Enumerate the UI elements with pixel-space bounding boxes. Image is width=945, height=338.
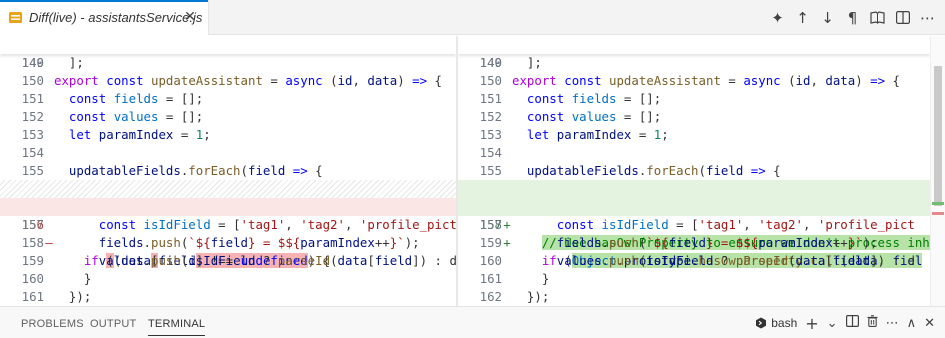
diff-modified-pane[interactable]: 140 export const updateAssistant = async…: [458, 36, 930, 306]
tab-terminal[interactable]: TERMINAL: [148, 307, 206, 336]
code-line: let paramIndex = 1;: [526, 127, 669, 142]
added-line: 156 + // Use hasOwnProperty to ensure we…: [458, 180, 930, 250]
diff-file-icon: [9, 12, 22, 23]
code-line: ];: [512, 55, 542, 70]
book-icon[interactable]: [866, 6, 889, 29]
line-number: 153: [479, 127, 502, 142]
overview-deleted-marker: [932, 212, 944, 215]
close-icon[interactable]: ✕: [182, 9, 198, 25]
line-number: 159: [21, 253, 44, 268]
shell-name: bash: [771, 316, 798, 330]
code-line: });: [512, 289, 550, 304]
split-editor-icon[interactable]: [891, 6, 914, 29]
line-number: 152: [479, 109, 502, 124]
line-number: 160: [479, 253, 502, 268]
diff-original-pane[interactable]: 140 export const updateAssistant = async…: [0, 36, 456, 306]
sticky-scroll-header[interactable]: 140 export const updateAssistant = async…: [458, 36, 930, 88]
code-line: const isIdField = ['tag1', 'tag2', 'prof…: [556, 217, 915, 232]
split-terminal-shape: [845, 315, 859, 328]
added-line: 157 + if (Object.prototype.hasOwnPropert…: [458, 198, 930, 268]
terminal-bash-icon: [756, 317, 767, 329]
code-line: const values = [];: [526, 109, 662, 124]
maximize-panel-icon[interactable]: ∧: [907, 316, 917, 331]
code-line: export const updateAssistant = async (id…: [512, 73, 900, 88]
code-line: fields.push(`${field} = $${paramIndex++}…: [556, 235, 878, 250]
tab-problems[interactable]: PROBLEMS: [21, 307, 84, 338]
sparkle-icon[interactable]: ✦: [766, 6, 789, 29]
line-number: 154: [21, 145, 44, 160]
trash-shape: [867, 315, 878, 327]
overview-ruler-scrollbar[interactable]: [930, 36, 945, 306]
arrow-down-icon[interactable]: ↓: [816, 6, 839, 29]
diff-filler-hatch: [0, 180, 456, 198]
line-number: 161: [21, 289, 44, 304]
tab-title: Diff(live) - assistantsService.js: [29, 10, 203, 25]
split-editor-shape: [895, 11, 910, 24]
code-line: });: [54, 289, 92, 304]
terminal-shell-selector[interactable]: bash: [755, 316, 797, 330]
overview-added-marker: [932, 202, 944, 205]
sticky-scroll-header[interactable]: 140 export const updateAssistant = async…: [0, 36, 456, 88]
code-line: updatableFields.forEach(field => {: [68, 163, 323, 178]
code-line: const values = [];: [68, 109, 204, 124]
more-icon[interactable]: ⋯: [916, 6, 939, 29]
line-number: 155: [479, 163, 502, 178]
book-icon-shape: [870, 11, 885, 24]
code-line: const fields = [];: [68, 91, 204, 106]
code-line: }: [54, 271, 92, 286]
trash-icon[interactable]: [867, 315, 878, 331]
code-line: const isIdField = ['tag1', 'tag2', 'prof…: [98, 217, 456, 232]
tab-output[interactable]: OUTPUT: [90, 307, 136, 338]
code-line: fields.push(`${field} = $${paramIndex++}…: [98, 235, 420, 250]
code-line: updatableFields.forEach(field => {: [526, 163, 781, 178]
line-number: 152: [21, 109, 44, 124]
line-number: 157: [21, 217, 44, 232]
line-number: 158: [21, 235, 44, 250]
line-number: 158: [479, 217, 502, 232]
deleted-line: 156 — if ((data[field] !== undefined) {: [0, 198, 456, 268]
split-terminal-icon[interactable]: [845, 315, 859, 331]
pilcrow-icon[interactable]: ¶: [841, 6, 864, 29]
editor-tab-bar: Diff(live) - assistantsService.js ✕ ✦ ↑ …: [0, 0, 945, 35]
code-line: const fields = [];: [526, 91, 662, 106]
line-number: 155: [21, 163, 44, 178]
close-panel-icon[interactable]: ✕: [924, 316, 935, 331]
new-terminal-icon[interactable]: +: [805, 314, 818, 333]
line-number: 153: [21, 127, 44, 142]
panel-actions: bash + ⌄ ⋯ ∧ ✕: [755, 307, 935, 338]
code-line: values.push(isIdField ? parseId(data[fie…: [556, 253, 915, 268]
editor-actions: ✦ ↑ ↓ ¶ ⋯: [766, 0, 939, 35]
line-number: 140: [479, 55, 502, 70]
line-number: 161: [479, 271, 502, 286]
line-number: 162: [479, 289, 502, 304]
line-number: 160: [21, 271, 44, 286]
line-number: 154: [479, 145, 502, 160]
tab-diff-assistants-service[interactable]: Diff(live) - assistantsService.js ✕: [0, 0, 209, 35]
code-line: }: [512, 271, 550, 286]
code-line: let paramIndex = 1;: [68, 127, 211, 142]
code-line: ];: [54, 55, 84, 70]
code-line: export const updateAssistant = async (id…: [54, 73, 442, 88]
code-line: values.push(isIdField ? parseId(data[fie…: [98, 253, 456, 268]
line-number: 140: [21, 55, 44, 70]
chevron-down-icon[interactable]: ⌄: [827, 316, 838, 331]
bottom-panel: PROBLEMS OUTPUT TERMINAL bash + ⌄ ⋯ ∧ ✕: [0, 306, 945, 338]
arrow-up-icon[interactable]: ↑: [791, 6, 814, 29]
line-number: 159: [479, 235, 502, 250]
scrollbar-thumb[interactable]: [934, 66, 942, 206]
more-icon[interactable]: ⋯: [886, 316, 899, 331]
